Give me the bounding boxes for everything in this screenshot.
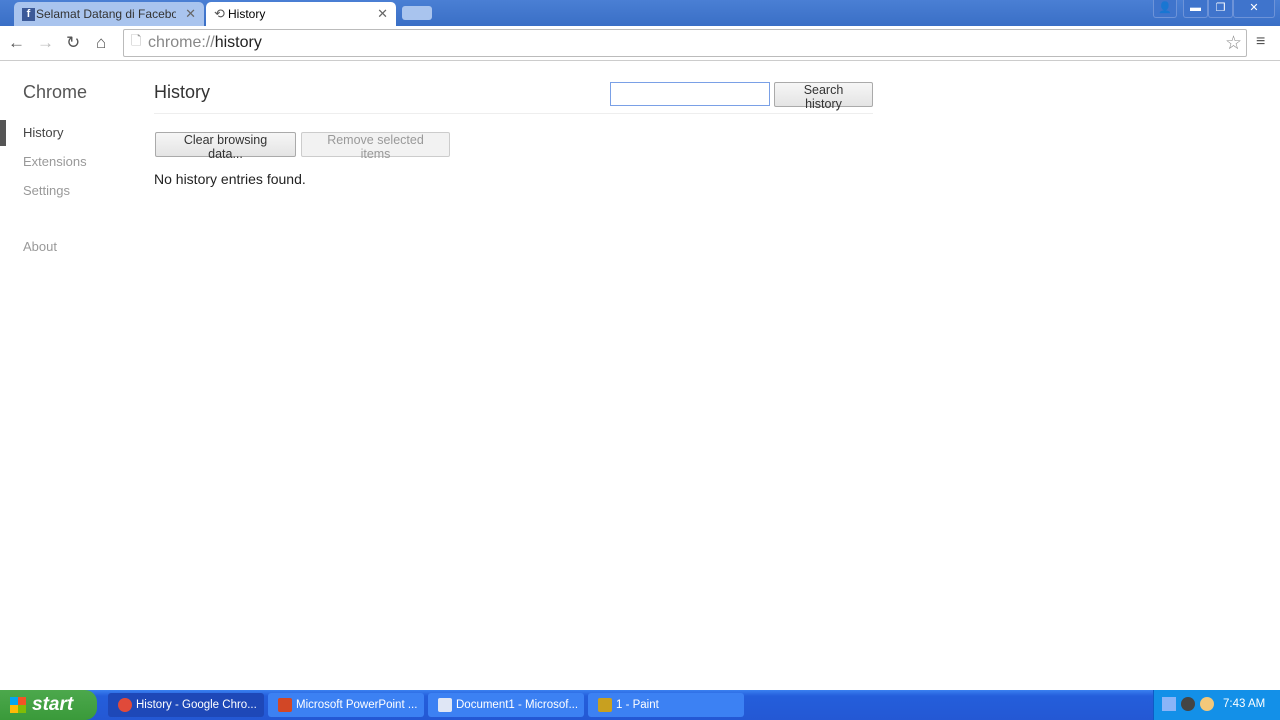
taskbar-item-chrome[interactable]: History - Google Chro... [108, 693, 264, 717]
windows-logo-icon [10, 697, 26, 713]
start-label: start [32, 694, 74, 715]
paint-icon [598, 698, 612, 712]
sidebar-item-extensions[interactable]: Extensions [23, 154, 87, 169]
start-button[interactable]: start [0, 690, 97, 720]
taskbar-item-word[interactable]: Document1 - Microsof... [428, 693, 584, 717]
forward-icon[interactable]: → [37, 33, 54, 53]
tab-history[interactable]: ⟲ History ✕ [206, 2, 396, 26]
bookmark-star-icon[interactable]: ☆ [1225, 32, 1242, 55]
address-bar[interactable]: 🗋 chrome://history ☆ [123, 29, 1247, 57]
close-tab-icon[interactable]: ✕ [185, 6, 196, 22]
sidebar-item-about[interactable]: About [23, 239, 57, 254]
minimize-button[interactable]: ▬ [1183, 0, 1208, 18]
close-tab-icon[interactable]: ✕ [377, 6, 388, 22]
tab-title: History [228, 7, 266, 21]
close-window-button[interactable]: ✕ [1233, 0, 1275, 18]
reload-icon[interactable]: ↻ [66, 33, 80, 53]
url-path: history [214, 34, 262, 51]
divider [154, 113, 873, 114]
sidebar-item-settings[interactable]: Settings [23, 183, 70, 198]
history-icon: ⟲ [214, 6, 225, 21]
taskbar-label: History - Google Chro... [136, 699, 257, 711]
page-title: History [154, 82, 211, 102]
menu-icon[interactable]: ≡ [1256, 33, 1265, 51]
chrome-icon [118, 698, 132, 712]
word-icon [438, 698, 452, 712]
page-icon: 🗋 [131, 33, 142, 48]
toolbar: ← → ↻ ⌂ 🗋 chrome://history ☆ ≡ [0, 26, 1280, 61]
empty-message: No history entries found. [154, 171, 306, 187]
network-icon[interactable] [1162, 697, 1176, 711]
taskbar-label: Microsoft PowerPoint ... [296, 699, 418, 711]
remove-selected-button[interactable]: Remove selected items [301, 132, 450, 161]
facebook-icon: f [22, 7, 35, 21]
sidebar-brand: Chrome [23, 82, 88, 102]
active-indicator [0, 120, 6, 146]
clock[interactable]: 7:43 AM [1223, 698, 1265, 710]
system-tray: 7:43 AM [1153, 690, 1280, 720]
home-icon[interactable]: ⌂ [96, 33, 106, 53]
taskbar-item-powerpoint[interactable]: Microsoft PowerPoint ... [268, 693, 424, 717]
taskbar-item-paint[interactable]: 1 - Paint [588, 693, 744, 717]
search-input[interactable] [610, 82, 770, 106]
new-tab-button[interactable] [402, 6, 432, 20]
search-history-button[interactable]: Search history [774, 82, 873, 111]
powerpoint-icon [278, 698, 292, 712]
profile-icon[interactable]: 👤 [1153, 0, 1177, 18]
back-icon[interactable]: ← [8, 33, 25, 53]
url-scheme: chrome:// [148, 34, 215, 51]
taskbar-label: 1 - Paint [616, 699, 659, 711]
sidebar-item-history[interactable]: History [23, 125, 63, 140]
webcam-icon[interactable] [1181, 697, 1195, 711]
tab-title: Selamat Datang di Facebook [36, 7, 176, 21]
title-bar: f Selamat Datang di Facebook ✕ ⟲ History… [0, 0, 1280, 26]
restore-button[interactable]: ❐ [1208, 0, 1233, 18]
clear-browsing-data-button[interactable]: Clear browsing data... [155, 132, 296, 161]
tab-facebook[interactable]: f Selamat Datang di Facebook ✕ [14, 2, 204, 26]
messenger-icon[interactable] [1200, 697, 1214, 711]
taskbar: start History - Google Chro... Microsoft… [0, 690, 1280, 720]
taskbar-label: Document1 - Microsof... [456, 699, 579, 711]
